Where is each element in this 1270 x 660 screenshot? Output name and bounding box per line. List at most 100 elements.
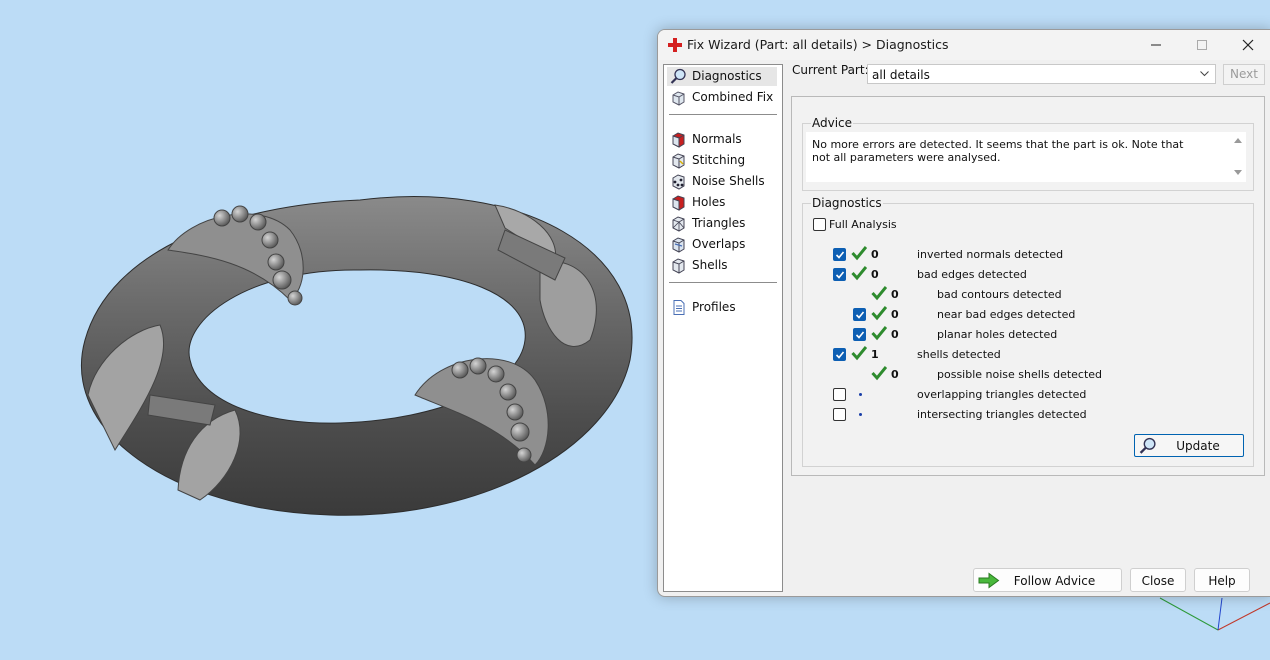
diag-text: inverted normals detected	[917, 248, 1064, 261]
diag-text: intersecting triangles detected	[917, 408, 1087, 421]
diag-count: 0	[891, 328, 899, 341]
noise-shells-icon	[672, 174, 685, 190]
close-button[interactable]: Close	[1130, 568, 1186, 592]
ok-check-icon	[851, 346, 867, 361]
diag-checkbox-inverted-normals[interactable]	[833, 248, 846, 261]
diag-text: overlapping triangles detected	[917, 388, 1087, 401]
diagnostics-group: Diagnostics Full Analysis 0 inverted nor…	[802, 196, 1254, 467]
diag-count: 0	[871, 268, 879, 281]
sidebar-item-label: Profiles	[692, 300, 736, 314]
advice-title: Advice	[811, 116, 854, 130]
sidebar-item-triangles[interactable]: Triangles	[667, 214, 777, 233]
sidebar-item-combined-fix[interactable]: Combined Fix	[667, 88, 777, 107]
sidebar-item-stitching[interactable]: Stitching	[667, 151, 777, 170]
triangles-icon	[672, 216, 685, 232]
diag-checkbox-bad-edges[interactable]	[833, 268, 846, 281]
title-bar[interactable]: Fix Wizard (Part: all details) > Diagnos…	[658, 30, 1270, 60]
checkmark-icon	[835, 251, 845, 259]
maximize-button[interactable]	[1179, 30, 1225, 60]
sidebar-divider	[669, 114, 777, 115]
sidebar-item-diagnostics[interactable]: Diagnostics	[667, 67, 777, 86]
scroll-arrows-icon	[1234, 138, 1242, 175]
diag-count: 0	[891, 308, 899, 321]
wizard-sidebar: Diagnostics Combined Fix Normals Stitchi…	[663, 64, 783, 592]
checkmark-icon	[855, 331, 865, 339]
ok-check-icon	[871, 306, 887, 321]
ok-check-icon	[871, 366, 887, 381]
diag-text: near bad edges detected	[937, 308, 1076, 321]
advice-text: No more errors are detected. It seems th…	[812, 138, 1184, 164]
sidebar-divider	[669, 282, 777, 283]
diag-checkbox-intersecting-triangles[interactable]	[833, 408, 846, 421]
advice-group: Advice No more errors are detected. It s…	[802, 116, 1254, 191]
advice-textbox[interactable]: No more errors are detected. It seems th…	[806, 132, 1246, 182]
help-button[interactable]: Help	[1194, 568, 1250, 592]
ok-check-icon	[851, 266, 867, 281]
sidebar-item-label: Normals	[692, 132, 742, 146]
normals-icon	[672, 132, 685, 148]
diag-checkbox-near-bad-edges[interactable]	[853, 308, 866, 321]
current-part-value: all details	[872, 68, 930, 82]
update-label: Update	[1176, 439, 1220, 453]
current-part-select[interactable]: all details	[867, 64, 1216, 84]
sidebar-item-label: Triangles	[692, 216, 746, 230]
sidebar-item-normals[interactable]: Normals	[667, 130, 777, 149]
checkmark-icon	[855, 311, 865, 319]
diag-count: 0	[891, 288, 899, 301]
follow-advice-button[interactable]: Follow Advice	[973, 568, 1122, 592]
checkmark-icon	[835, 271, 845, 279]
minimize-button[interactable]	[1133, 30, 1179, 60]
chevron-down-icon	[1200, 71, 1209, 77]
current-part-label: Current Part:	[792, 63, 869, 77]
document-icon	[673, 300, 685, 315]
diag-checkbox-overlapping-triangles[interactable]	[833, 388, 846, 401]
advice-scrollbar[interactable]	[1230, 132, 1246, 182]
sidebar-item-holes[interactable]: Holes	[667, 193, 777, 212]
sidebar-item-label: Holes	[692, 195, 726, 209]
update-button[interactable]: Update	[1134, 434, 1244, 457]
help-label: Help	[1208, 574, 1236, 588]
next-button[interactable]: Next	[1223, 64, 1265, 85]
diag-text: planar holes detected	[937, 328, 1058, 341]
ok-check-icon	[871, 326, 887, 341]
sidebar-item-noise-shells[interactable]: Noise Shells	[667, 172, 777, 191]
red-cross-icon	[668, 38, 682, 52]
follow-advice-label: Follow Advice	[1013, 574, 1096, 588]
checkmark-icon	[835, 351, 845, 359]
not-analysed-dot	[859, 413, 862, 416]
sidebar-item-label: Overlaps	[692, 237, 746, 251]
sidebar-item-label: Shells	[692, 258, 728, 272]
sidebar-item-profiles[interactable]: Profiles	[667, 298, 777, 317]
minimize-icon	[1151, 44, 1161, 46]
diagnostics-title: Diagnostics	[811, 196, 883, 210]
diag-count: 0	[891, 368, 899, 381]
diag-count: 1	[871, 348, 879, 361]
sidebar-item-label: Combined Fix	[692, 90, 774, 104]
diag-text: possible noise shells detected	[937, 368, 1103, 381]
stitching-icon	[672, 153, 685, 169]
sidebar-item-overlaps[interactable]: Overlaps	[667, 235, 777, 254]
diag-checkbox-planar-holes[interactable]	[853, 328, 866, 341]
full-analysis-checkbox[interactable]	[813, 218, 826, 231]
combined-fix-icon	[672, 91, 685, 106]
magnifier-icon	[670, 68, 686, 84]
sidebar-item-label: Diagnostics	[692, 69, 762, 83]
diagnostics-panel: Advice No more errors are detected. It s…	[791, 96, 1265, 476]
window-title: Fix Wizard (Part: all details) > Diagnos…	[687, 37, 949, 52]
diag-text: bad contours detected	[937, 288, 1062, 301]
close-label: Close	[1141, 574, 1175, 588]
holes-icon	[672, 195, 685, 211]
diag-text: shells detected	[917, 348, 1001, 361]
overlaps-icon	[672, 237, 685, 253]
sidebar-item-label: Stitching	[692, 153, 746, 167]
diag-checkbox-shells[interactable]	[833, 348, 846, 361]
not-analysed-dot	[859, 393, 862, 396]
shells-icon	[672, 258, 685, 274]
maximize-icon	[1197, 40, 1207, 50]
full-analysis-label: Full Analysis	[829, 218, 897, 231]
ok-check-icon	[871, 286, 887, 301]
sidebar-item-shells[interactable]: Shells	[667, 256, 777, 275]
close-window-button[interactable]	[1225, 30, 1270, 60]
ok-check-icon	[851, 246, 867, 261]
diag-count: 0	[871, 248, 879, 261]
